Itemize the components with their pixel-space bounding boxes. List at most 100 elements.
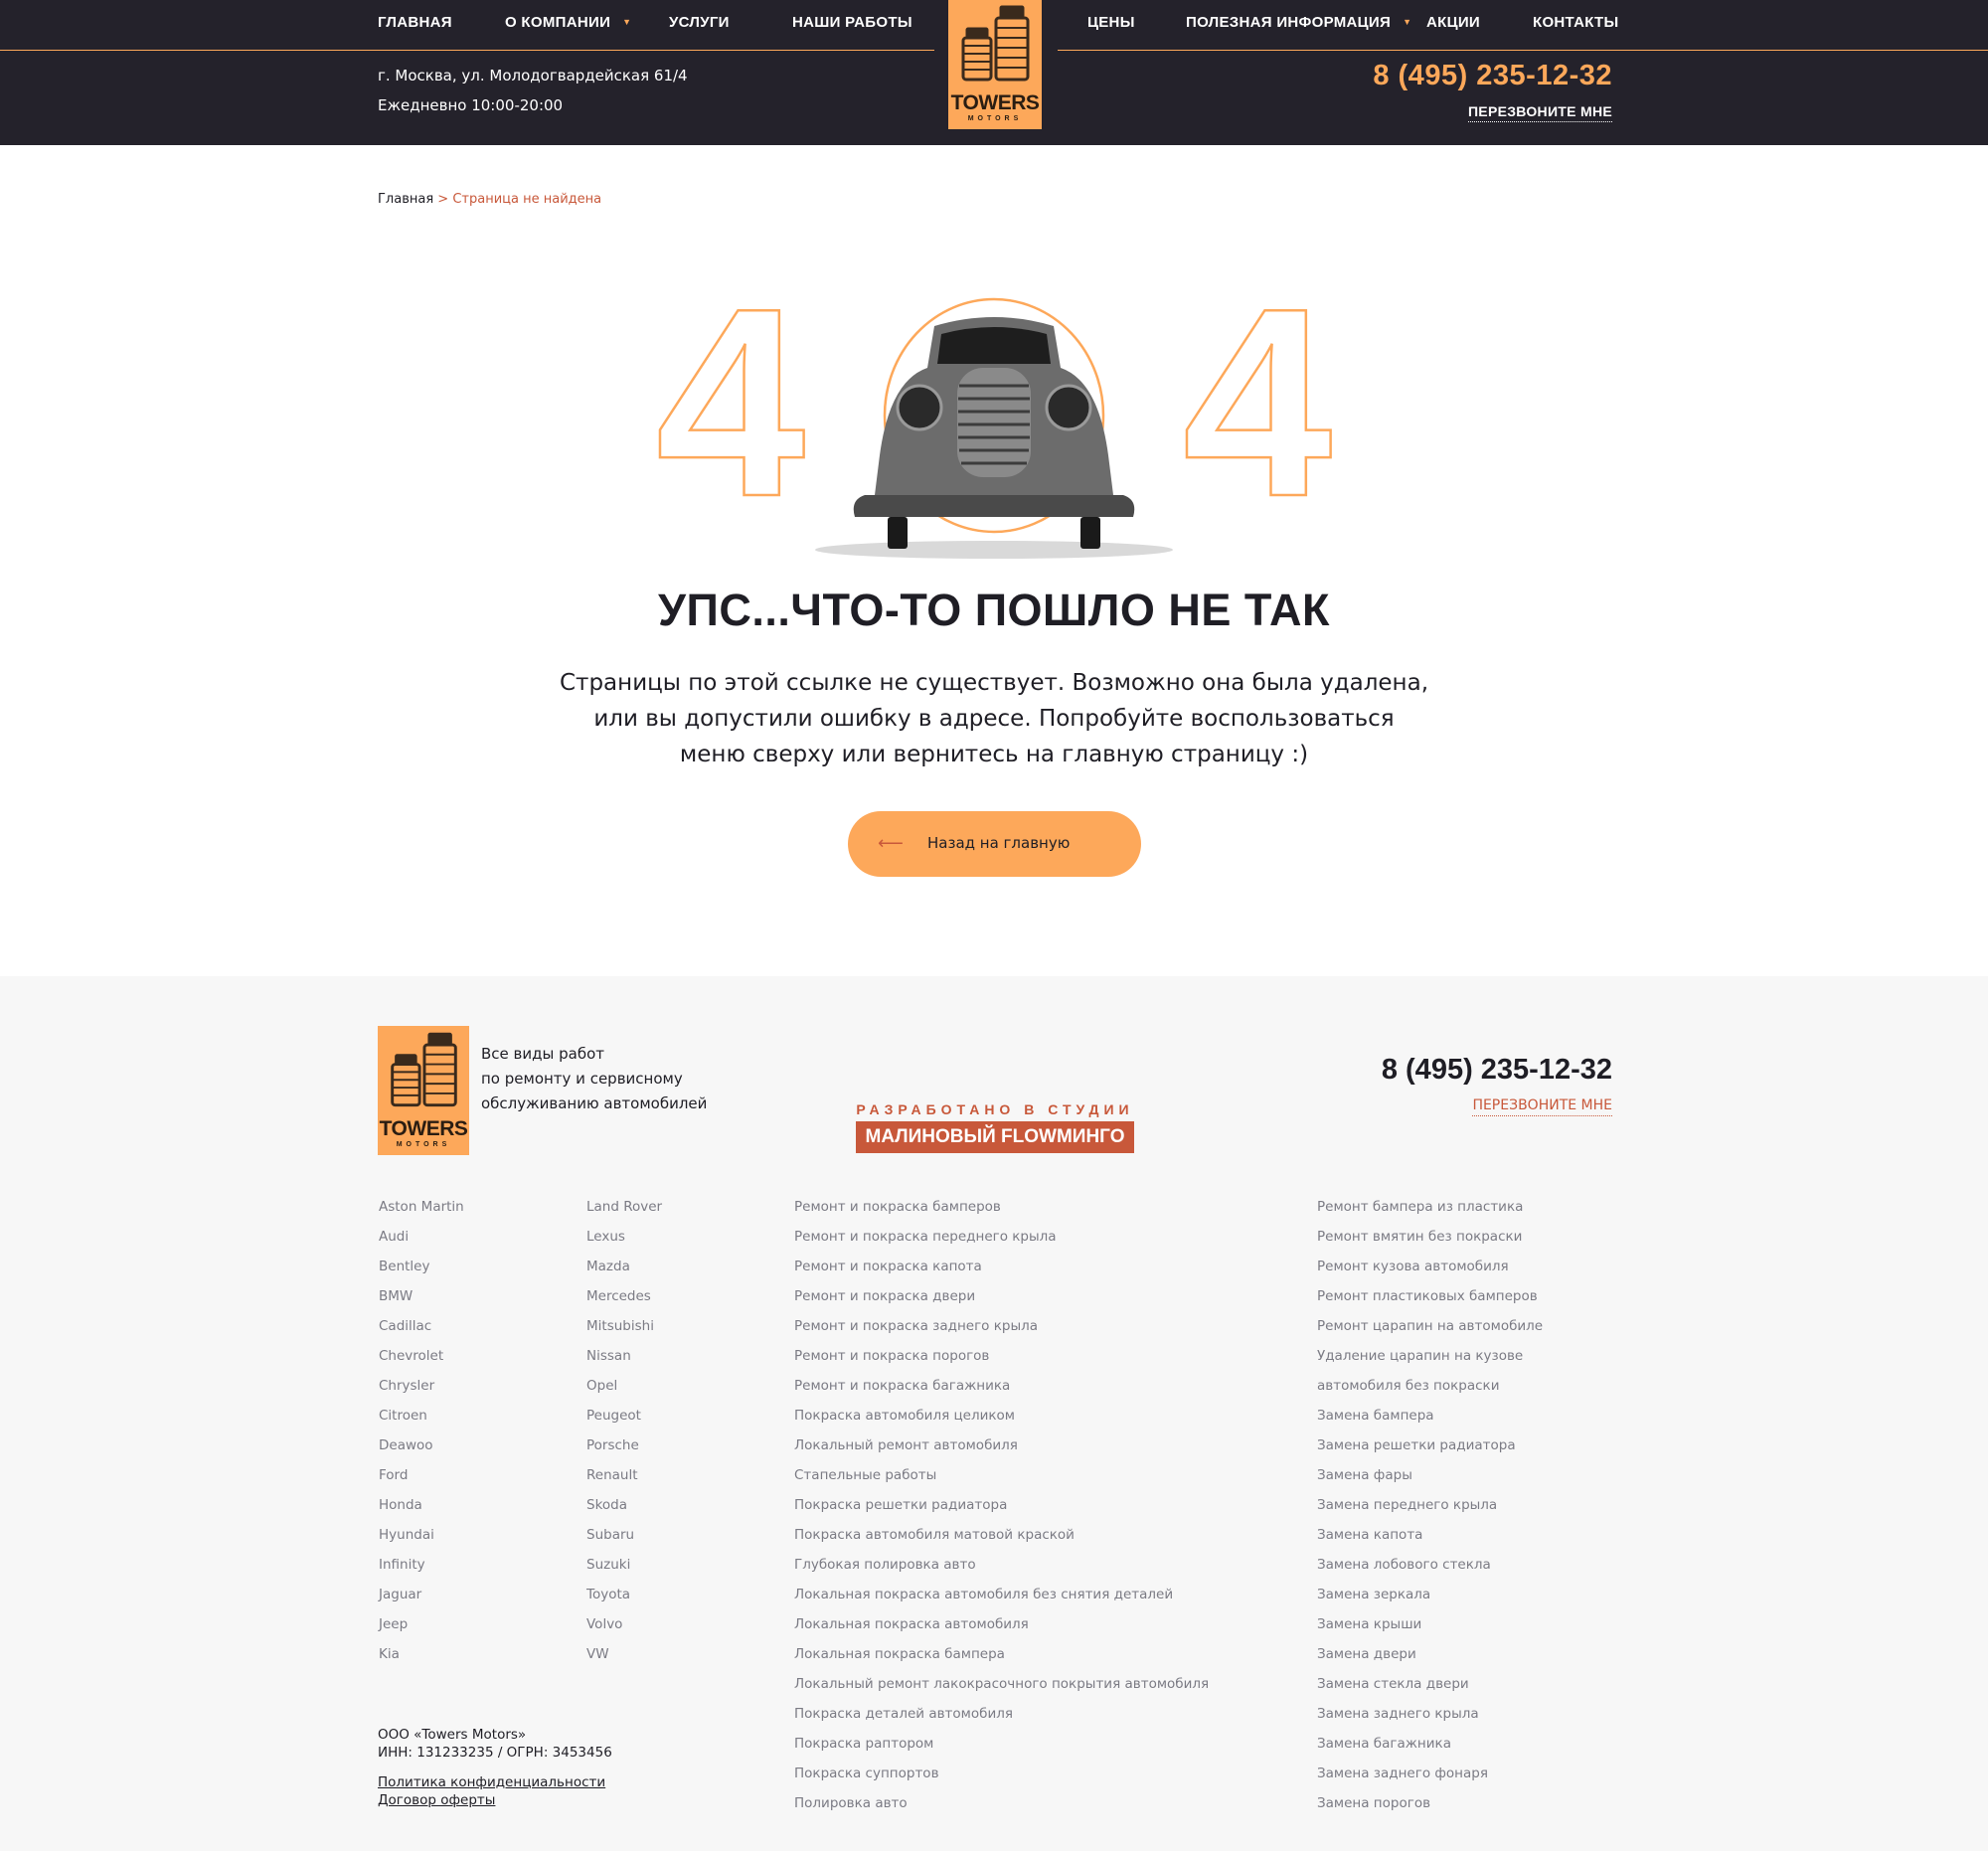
nav-item-promo[interactable]: АКЦИИ [1426,14,1480,31]
nav-item-about[interactable]: О КОМПАНИИ ▼ [505,14,631,31]
brand-link[interactable]: Opel [586,1376,662,1406]
brand-link[interactable]: Mitsubishi [586,1316,662,1346]
brand-link[interactable]: Aston Martin [379,1197,464,1227]
service-link[interactable]: Ремонт и покраска заднего крыла [794,1316,1209,1346]
service-link[interactable]: Локальная покраска бампера [794,1644,1209,1674]
brand-link[interactable]: Infinity [379,1555,464,1585]
service-link[interactable]: Локальная покраска автомобиля без снятия… [794,1585,1209,1614]
service-link[interactable]: Локальная покраска автомобиля [794,1614,1209,1644]
brand-link[interactable]: Land Rover [586,1197,662,1227]
service-link[interactable]: Покраска автомобиля матовой краской [794,1525,1209,1555]
site-logo[interactable]: TOWERS MOTORS [948,0,1042,129]
caret-down-icon: ▼ [1403,17,1412,27]
service-link[interactable]: Замена бампера [1317,1406,1543,1435]
header-callback-link[interactable]: ПЕРЕЗВОНИТЕ МНЕ [1467,103,1612,122]
brand-link[interactable]: Subaru [586,1525,662,1555]
brand-link[interactable]: Suzuki [586,1555,662,1585]
service-link[interactable]: Глубокая полировка авто [794,1555,1209,1585]
service-link[interactable]: Замена порогов [1317,1793,1543,1823]
service-link[interactable]: Замена заднего фонаря [1317,1764,1543,1793]
offer-agreement-link[interactable]: Договор оферты [378,1791,612,1809]
privacy-policy-link[interactable]: Политика конфиденциальности [378,1773,612,1791]
service-link[interactable]: автомобиля без покраски [1317,1376,1543,1406]
brand-link[interactable]: Audi [379,1227,464,1257]
service-link[interactable]: Замена заднего крыла [1317,1704,1543,1734]
brand-link[interactable]: Citroen [379,1406,464,1435]
brand-link[interactable]: Ford [379,1465,464,1495]
brand-link[interactable]: Peugeot [586,1406,662,1435]
breadcrumb-home-link[interactable]: Главная [378,192,433,207]
logo-subword: MOTORS [396,1141,451,1148]
footer-logo[interactable]: TOWERS MOTORS [378,1026,469,1155]
error-message-line: меню сверху или вернитесь на главную стр… [679,742,1309,767]
service-link[interactable]: Замена двери [1317,1644,1543,1674]
brand-link[interactable]: Volvo [586,1614,662,1644]
brand-link[interactable]: Deawoo [379,1435,464,1465]
service-link[interactable]: Ремонт и покраска переднего крыла [794,1227,1209,1257]
brand-link[interactable]: Porsche [586,1435,662,1465]
nav-item-prices[interactable]: ЦЕНЫ [1087,14,1135,31]
service-link[interactable]: Замена лобового стекла [1317,1555,1543,1585]
nav-item-contacts[interactable]: КОНТАКТЫ [1533,14,1618,31]
service-link[interactable]: Покраска деталей автомобиля [794,1704,1209,1734]
service-link[interactable]: Замена стекла двери [1317,1674,1543,1704]
brand-link[interactable]: Cadillac [379,1316,464,1346]
error-digit-right: 4 [1183,296,1334,553]
service-link[interactable]: Ремонт и покраска багажника [794,1376,1209,1406]
brand-link[interactable]: Lexus [586,1227,662,1257]
service-link[interactable]: Ремонт царапин на автомобиле [1317,1316,1543,1346]
service-link[interactable]: Ремонт и покраска двери [794,1286,1209,1316]
footer-phone[interactable]: 8 (495) 235-12-32 [1382,1054,1612,1087]
footer-callback-link[interactable]: ПЕРЕЗВОНИТЕ МНЕ [1472,1097,1612,1116]
brand-link[interactable]: Jeep [379,1614,464,1644]
brand-link[interactable]: Bentley [379,1257,464,1286]
service-link[interactable]: Ремонт и покраска бамперов [794,1197,1209,1227]
service-link[interactable]: Стапельные работы [794,1465,1209,1495]
service-link[interactable]: Замена капота [1317,1525,1543,1555]
brand-link[interactable]: Mercedes [586,1286,662,1316]
brand-link[interactable]: Jaguar [379,1585,464,1614]
service-link[interactable]: Ремонт и покраска порогов [794,1346,1209,1376]
brand-link[interactable]: Chrysler [379,1376,464,1406]
service-link[interactable]: Замена крыши [1317,1614,1543,1644]
service-link[interactable]: Ремонт вмятин без покраски [1317,1227,1543,1257]
service-link[interactable]: Замена багажника [1317,1734,1543,1764]
brand-link[interactable]: BMW [379,1286,464,1316]
brand-link[interactable]: Chevrolet [379,1346,464,1376]
service-link[interactable]: Локальный ремонт автомобиля [794,1435,1209,1465]
service-link[interactable]: Локальный ремонт лакокрасочного покрытия… [794,1674,1209,1704]
brand-link[interactable]: Renault [586,1465,662,1495]
studio-credit-link[interactable]: РАЗРАБОТАНО В СТУДИИ МАЛИНОВЫЙ FLOWМИНГО [853,1101,1137,1153]
service-link[interactable]: Замена зеркала [1317,1585,1543,1614]
brand-link[interactable]: Kia [379,1644,464,1674]
brand-link[interactable]: Honda [379,1495,464,1525]
studio-credit-name: МАЛИНОВЫЙ FLOWМИНГО [856,1121,1134,1153]
brand-link[interactable]: Hyundai [379,1525,464,1555]
service-link[interactable]: Покраска раптором [794,1734,1209,1764]
brand-link[interactable]: Mazda [586,1257,662,1286]
service-link[interactable]: Покраска решетки радиатора [794,1495,1209,1525]
breadcrumb-current: Страница не найдена [452,192,602,207]
service-link[interactable]: Покраска автомобиля целиком [794,1406,1209,1435]
service-link[interactable]: Ремонт и покраска капота [794,1257,1209,1286]
nav-item-home[interactable]: ГЛАВНАЯ [378,14,452,31]
old-car-icon [815,317,1173,559]
service-link[interactable]: Ремонт пластиковых бамперов [1317,1286,1543,1316]
nav-item-services[interactable]: УСЛУГИ [669,14,730,31]
service-link[interactable]: Замена решетки радиатора [1317,1435,1543,1465]
brand-link[interactable]: Skoda [586,1495,662,1525]
nav-item-works[interactable]: НАШИ РАБОТЫ [792,14,912,31]
service-link[interactable]: Ремонт бампера из пластика [1317,1197,1543,1227]
brand-link[interactable]: Toyota [586,1585,662,1614]
service-link[interactable]: Полировка авто [794,1793,1209,1823]
service-link[interactable]: Ремонт кузова автомобиля [1317,1257,1543,1286]
brand-link[interactable]: VW [586,1644,662,1674]
header-phone[interactable]: 8 (495) 235-12-32 [1373,60,1612,92]
service-link[interactable]: Покраска суппортов [794,1764,1209,1793]
back-home-button[interactable]: ⟵ Назад на главную [848,811,1141,877]
service-link[interactable]: Удаление царапин на кузове [1317,1346,1543,1376]
brand-link[interactable]: Nissan [586,1346,662,1376]
service-link[interactable]: Замена переднего крыла [1317,1495,1543,1525]
service-link[interactable]: Замена фары [1317,1465,1543,1495]
nav-item-info[interactable]: ПОЛЕЗНАЯ ИНФОРМАЦИЯ ▼ [1186,14,1411,31]
